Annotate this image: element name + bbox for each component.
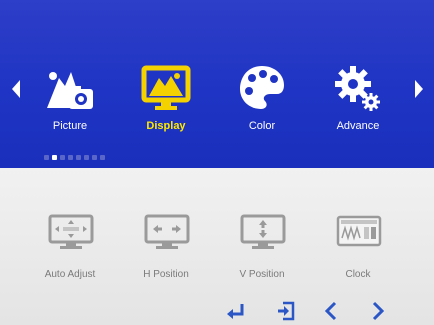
submenu-label-h-position: H Position (143, 269, 189, 280)
submenu-item-auto-adjust[interactable]: Auto Adjust (30, 214, 110, 284)
menu-item-advance[interactable]: Advance (318, 58, 398, 140)
left-icon (324, 301, 337, 321)
right-button[interactable] (366, 300, 390, 322)
picture-icon (45, 62, 95, 114)
left-button[interactable] (320, 300, 344, 322)
page-dot (68, 155, 73, 160)
page-dot (60, 155, 65, 160)
auto-adjust-icon (48, 214, 94, 250)
submenu-item-v-position[interactable]: V Position (222, 214, 302, 284)
page-dot (76, 155, 81, 160)
page-dot (100, 155, 105, 160)
submenu-item-h-position[interactable]: H Position (126, 214, 206, 284)
page-indicator (44, 155, 105, 161)
exit-button[interactable] (274, 300, 298, 322)
menu-label-advance: Advance (336, 120, 380, 132)
page-dot (92, 155, 97, 160)
menu-label-color: Color (248, 120, 276, 132)
exit-icon (278, 301, 295, 321)
submenu-label-v-position: V Position (239, 269, 285, 280)
advance-gear-icon (333, 62, 383, 114)
menu-item-display[interactable]: Display (126, 58, 206, 140)
display-icon (141, 62, 191, 114)
right-icon (372, 301, 385, 321)
menu-label-display: Display (146, 120, 186, 132)
enter-button[interactable] (224, 300, 248, 322)
menu-label-picture: Picture (52, 120, 88, 132)
main-menu-panel: Picture Display Color Advance (0, 0, 434, 168)
nav-bar (220, 300, 420, 322)
menu-item-color[interactable]: Color (222, 58, 302, 140)
submenu-label-clock: Clock (345, 269, 371, 280)
page-dot (84, 155, 89, 160)
v-position-icon (240, 214, 286, 250)
page-dot-active (52, 155, 57, 160)
color-palette-icon (237, 62, 287, 114)
osd-screen: Picture Display Color Advance Auto Adjus… (0, 0, 434, 325)
submenu-label-auto-adjust: Auto Adjust (44, 269, 96, 280)
enter-icon (227, 304, 244, 319)
submenu-item-clock[interactable]: Clock (318, 214, 398, 284)
menu-left-arrow-icon[interactable] (12, 80, 20, 98)
h-position-icon (144, 214, 190, 250)
page-dot (44, 155, 49, 160)
menu-right-arrow-icon[interactable] (415, 80, 423, 98)
menu-item-picture[interactable]: Picture (30, 58, 110, 140)
clock-icon (336, 214, 382, 250)
